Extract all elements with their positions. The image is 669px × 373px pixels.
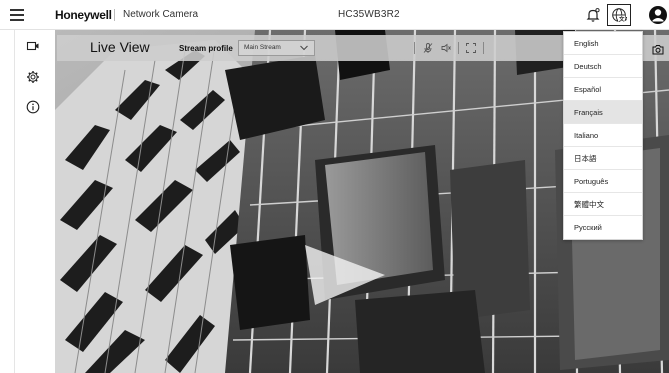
stream-profile-value: Main Stream <box>244 44 281 51</box>
info-icon[interactable] <box>26 100 40 114</box>
language-option-english[interactable]: English <box>564 32 642 55</box>
microphone-icon[interactable] <box>422 41 434 53</box>
gear-icon[interactable] <box>26 70 40 84</box>
sidebar <box>0 30 55 373</box>
chevron-down-icon <box>300 45 308 51</box>
video-camera-icon[interactable] <box>26 39 40 53</box>
language-option-francais[interactable]: Français <box>564 101 642 124</box>
globe-language-icon: 文A <box>612 8 627 23</box>
hamburger-menu-icon[interactable] <box>10 9 24 21</box>
fullscreen-icon[interactable] <box>465 41 477 53</box>
bell-icon[interactable] <box>585 7 601 23</box>
svg-text:文A: 文A <box>619 15 627 23</box>
sidebar-divider <box>14 30 15 373</box>
language-option-deutsch[interactable]: Deutsch <box>564 55 642 78</box>
product-name: Network Camera <box>123 9 199 20</box>
language-option-portugues[interactable]: Português <box>564 170 642 193</box>
toolbar-divider <box>414 42 415 54</box>
toolbar-divider <box>483 42 484 54</box>
stream-profile-label: Stream profile <box>179 44 233 53</box>
speaker-icon[interactable] <box>440 41 452 53</box>
stream-profile-select[interactable]: Main Stream <box>238 40 315 56</box>
language-button[interactable]: 文A <box>607 4 631 26</box>
camera-model: HC35WB3R2 <box>338 9 400 20</box>
language-option-traditional-chinese[interactable]: 繁體中文 <box>564 193 642 216</box>
language-dropdown: English Deutsch Español Français Italian… <box>563 31 643 240</box>
language-option-espanol[interactable]: Español <box>564 78 642 101</box>
language-option-russian[interactable]: Русский <box>564 216 642 239</box>
logo-divider <box>114 9 115 21</box>
user-avatar-icon[interactable] <box>648 5 668 25</box>
page-title: Live View <box>90 39 150 55</box>
language-option-italiano[interactable]: Italiano <box>564 124 642 147</box>
camera-snapshot-icon[interactable] <box>652 42 664 55</box>
toolbar-divider <box>458 42 459 54</box>
top-bar: Honeywell Network Camera HC35WB3R2 文A <box>0 0 669 30</box>
language-option-japanese[interactable]: 日本語 <box>564 147 642 170</box>
brand-logo: Honeywell <box>55 8 112 22</box>
